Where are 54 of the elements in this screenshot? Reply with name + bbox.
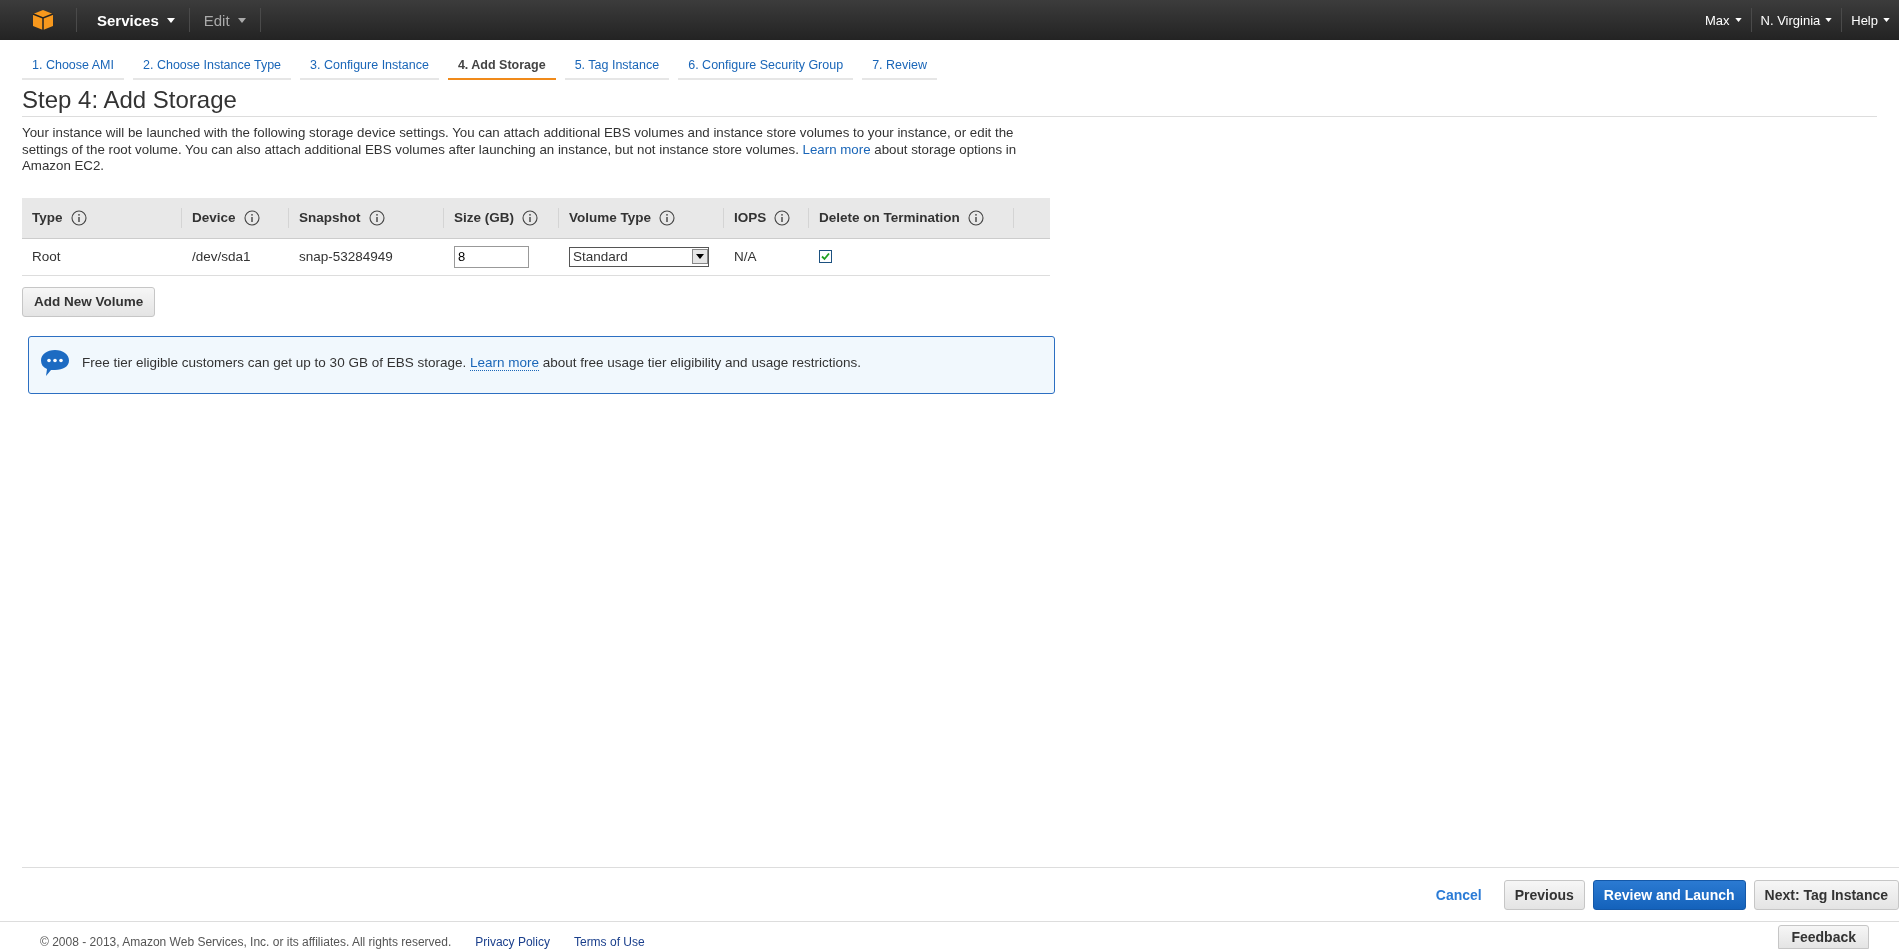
nav-menu[interactable]: Max	[1695, 12, 1751, 28]
feedback-button[interactable]: Feedback	[1778, 925, 1869, 949]
copyright-text: © 2008 - 2013, Amazon Web Services, Inc. or its affiliates. All rights reserved.	[40, 935, 452, 949]
column-header: Delete on Termination	[819, 210, 960, 225]
caret-icon	[1883, 18, 1890, 22]
footer-link[interactable]: Terms of Use	[573, 935, 645, 949]
table-cell: Root	[32, 249, 61, 264]
wizard-step-tab[interactable]: 2. Choose Instance Type	[133, 54, 292, 80]
column-header: Snapshot	[299, 210, 361, 225]
column-header: IOPS	[734, 210, 767, 225]
cube-logo-icon[interactable]	[32, 9, 54, 31]
nav-menu[interactable]: Services	[77, 11, 189, 29]
table-cell: /dev/sda1	[192, 249, 251, 264]
table-cell: snap-53284949	[299, 249, 393, 264]
info-text: Free tier eligible customers can get up to 30 GB of EBS storage. Learn more about free usage tier eligibility and usage restrictions.	[82, 355, 861, 370]
info-icon[interactable]	[70, 209, 87, 226]
info-icon[interactable]	[659, 209, 675, 226]
nav-menu[interactable]: N. Virginia	[1751, 12, 1842, 28]
column-header: Device	[192, 210, 236, 225]
next-button[interactable]: Next: Tag Instance	[1753, 880, 1899, 910]
caret-icon	[237, 17, 246, 23]
info-icon[interactable]	[243, 209, 260, 226]
learn-more-link[interactable]: Learn more	[469, 355, 539, 371]
info-icon[interactable]	[368, 209, 385, 226]
wizard-step-tab[interactable]: 3. Configure Instance	[300, 54, 439, 80]
wizard-step-tab[interactable]: 7. Review	[862, 54, 938, 80]
delete-on-termination-checkbox[interactable]	[819, 250, 832, 263]
nav-menu[interactable]: Help	[1842, 12, 1899, 28]
info-icon[interactable]	[522, 209, 538, 226]
wizard-step-tab[interactable]: 6. Configure Security Group	[678, 54, 854, 80]
learn-more-link[interactable]: Learn more	[802, 141, 871, 157]
cancel-link[interactable]: Cancel	[1429, 886, 1488, 904]
wizard-step-tab[interactable]: 5. Tag Instance	[564, 54, 670, 80]
caret-icon	[166, 17, 175, 23]
description-text: Your instance will be launched with the following storage device settings. You can attach additional EBS volumes and instance store volumes to your instance, or edit the settings of the root volume. You can also attach additional EBS volumes after launching an instance, but not instance store volumes. Learn more about storage options in Amazon EC2.	[22, 125, 1018, 175]
column-header: Size (GB)	[454, 210, 514, 225]
volume-type-dropdown[interactable]: Standard	[569, 246, 709, 267]
footer-link[interactable]: Privacy Policy	[475, 935, 550, 949]
info-icon[interactable]	[774, 209, 791, 226]
add-new-volume-button[interactable]: Add New Volume	[22, 286, 156, 317]
wizard-step-tab[interactable]: 1. Choose AMI	[22, 54, 124, 80]
info-icon[interactable]	[967, 209, 984, 226]
nav-menu[interactable]: Edit	[189, 11, 260, 29]
size-input-field[interactable]: 8	[454, 245, 529, 268]
speech-bubble-icon	[40, 348, 70, 377]
table-cell: N/A	[734, 249, 757, 264]
caret-icon	[1825, 18, 1833, 22]
column-header: Volume Type	[569, 210, 651, 225]
column-header: Type	[32, 210, 63, 225]
wizard-step-tab[interactable]: 4. Add Storage	[447, 54, 556, 80]
review-and-launch-button[interactable]: Review and Launch	[1592, 880, 1746, 910]
page-title: Step 4: Add Storage	[22, 86, 1877, 117]
caret-icon	[1734, 18, 1742, 22]
previous-button[interactable]: Previous	[1503, 880, 1585, 910]
